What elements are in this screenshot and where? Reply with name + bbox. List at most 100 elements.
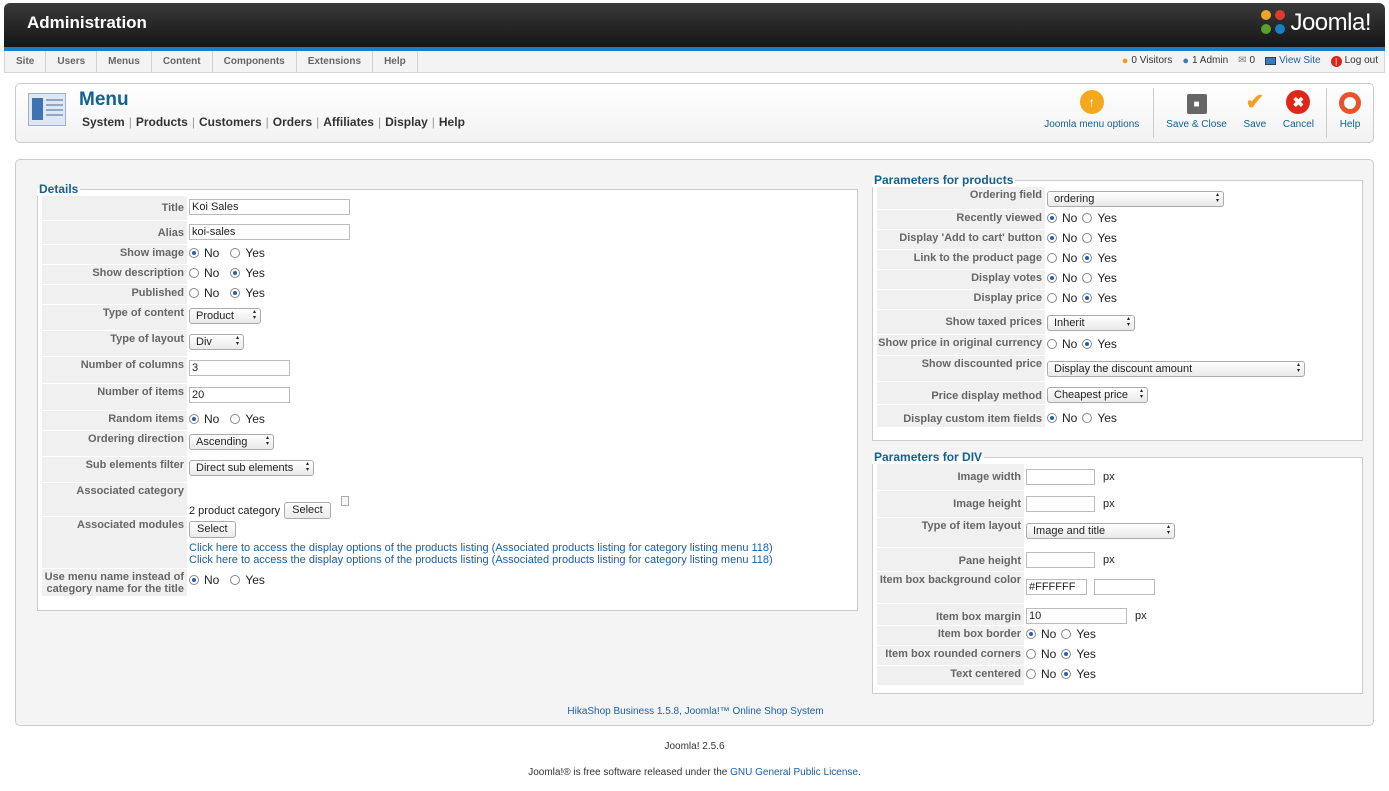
show-description-no-radio[interactable] xyxy=(189,268,199,278)
display-price-no-radio[interactable] xyxy=(1047,293,1057,303)
sub-filter-select[interactable]: Direct sub elements xyxy=(189,460,314,476)
ordering-field-select[interactable]: ordering xyxy=(1047,191,1224,207)
products-params-legend: Parameters for products xyxy=(874,173,1014,187)
pane-height-input[interactable] xyxy=(1026,552,1095,568)
messages-status[interactable]: ✉ 0 xyxy=(1238,51,1255,71)
show-image-yes-radio[interactable] xyxy=(230,248,241,258)
display-options-link-2[interactable]: Click here to access the display options… xyxy=(189,554,773,566)
custom-fields-label: Display custom item fields xyxy=(877,405,1045,428)
published-yes-radio[interactable] xyxy=(230,288,241,298)
display-votes-yes-radio[interactable] xyxy=(1082,273,1093,283)
rounded-corners-yes-radio[interactable] xyxy=(1061,649,1072,659)
submenu-products[interactable]: Products xyxy=(136,115,188,129)
text-centered-yes-radio[interactable] xyxy=(1061,669,1072,679)
item-layout-select[interactable]: Image and title xyxy=(1026,523,1175,539)
alias-input[interactable] xyxy=(189,224,350,240)
menu-components[interactable]: Components xyxy=(213,51,297,72)
type-content-select[interactable]: Product xyxy=(189,308,261,324)
random-items-no-radio[interactable] xyxy=(189,414,199,424)
save-close-button[interactable]: ■ Save & Close xyxy=(1158,84,1235,142)
help-button[interactable]: Help xyxy=(1331,84,1373,142)
admins-status: ● 1 Admin xyxy=(1182,51,1228,71)
type-layout-select[interactable]: Div xyxy=(189,334,244,350)
box-margin-input[interactable] xyxy=(1026,608,1127,624)
custom-fields-no-radio[interactable] xyxy=(1047,413,1057,423)
hikashop-footer-link[interactable]: HikaShop Business 1.5.8, Joomla!™ Online… xyxy=(16,706,1375,717)
div-params-fieldset: Parameters for DIV Image width px Image … xyxy=(872,450,1363,694)
ordering-direction-select[interactable]: Ascending xyxy=(189,434,274,450)
display-options-link-1[interactable]: Click here to access the display options… xyxy=(189,542,773,554)
original-currency-no-radio[interactable] xyxy=(1047,339,1057,349)
num-items-input[interactable] xyxy=(189,387,290,403)
submenu-affiliates[interactable]: Affiliates xyxy=(323,115,374,129)
published-no-radio[interactable] xyxy=(189,288,199,298)
clear-icon[interactable] xyxy=(340,495,349,506)
recently-viewed-yes-radio[interactable] xyxy=(1082,213,1093,223)
random-items-label: Random items xyxy=(42,411,187,431)
display-price-label: Display price xyxy=(877,290,1045,310)
floppy-icon: ■ xyxy=(1186,94,1207,114)
upload-arrow-icon: ↑ xyxy=(1079,90,1104,114)
show-image-no-radio[interactable] xyxy=(189,248,199,258)
assoc-category-field: 2 product category Select xyxy=(189,486,349,519)
discounted-price-label: Show discounted price xyxy=(877,356,1045,382)
joomla-logo-icon xyxy=(1261,10,1287,36)
submenu-customers[interactable]: Customers xyxy=(199,115,262,129)
custom-fields-yes-radio[interactable] xyxy=(1082,413,1093,423)
box-border-label: Item box border xyxy=(877,626,1024,646)
menu-help[interactable]: Help xyxy=(373,51,418,72)
cancel-button[interactable]: ✖ Cancel xyxy=(1275,84,1322,142)
bg-color-swatch[interactable] xyxy=(1094,579,1155,595)
display-price-yes-radio[interactable] xyxy=(1082,293,1093,303)
rounded-corners-no-radio[interactable] xyxy=(1026,649,1036,659)
menu-site[interactable]: Site xyxy=(5,51,47,72)
menu-menus[interactable]: Menus xyxy=(97,51,152,72)
use-menu-name-no-radio[interactable] xyxy=(189,575,199,585)
menu-content[interactable]: Content xyxy=(152,51,213,72)
show-description-yes-radio[interactable] xyxy=(230,268,241,278)
display-votes-no-radio[interactable] xyxy=(1047,273,1057,283)
submenu-help[interactable]: Help xyxy=(439,115,465,129)
assoc-modules-select-button[interactable]: Select xyxy=(189,521,236,538)
logout-link[interactable]: | Log out xyxy=(1330,51,1378,71)
submenu-orders[interactable]: Orders xyxy=(273,115,312,129)
monitor-icon xyxy=(1265,57,1277,65)
add-to-cart-no-radio[interactable] xyxy=(1047,233,1057,243)
num-columns-input[interactable] xyxy=(189,360,290,376)
recently-viewed-no-radio[interactable] xyxy=(1047,213,1057,223)
show-description-label: Show description xyxy=(42,265,187,285)
price-method-select[interactable]: Cheapest price xyxy=(1047,387,1148,403)
assoc-category-select-button[interactable]: Select xyxy=(284,502,331,519)
products-params-fieldset: Parameters for products Ordering field o… xyxy=(872,173,1363,441)
view-site-link[interactable]: View Site xyxy=(1265,51,1321,71)
original-currency-yes-radio[interactable] xyxy=(1082,339,1093,349)
add-to-cart-yes-radio[interactable] xyxy=(1082,233,1093,243)
gpl-link[interactable]: GNU General Public License xyxy=(730,767,858,778)
box-border-no-radio[interactable] xyxy=(1026,629,1036,639)
discounted-price-select[interactable]: Display the discount amount xyxy=(1047,361,1305,377)
box-border-yes-radio[interactable] xyxy=(1061,629,1072,639)
menu-extensions[interactable]: Extensions xyxy=(297,51,374,72)
price-method-label: Price display method xyxy=(877,382,1045,405)
image-width-input[interactable] xyxy=(1026,469,1095,485)
save-button[interactable]: ✔ Save xyxy=(1235,84,1275,142)
submenu-system[interactable]: System xyxy=(82,115,125,129)
random-items-yes-radio[interactable] xyxy=(230,414,241,424)
type-layout-label: Type of layout xyxy=(42,331,187,357)
use-menu-name-yes-radio[interactable] xyxy=(230,575,241,585)
title-input[interactable] xyxy=(189,199,350,215)
taxed-prices-select[interactable]: Inherit xyxy=(1047,315,1135,331)
menu-options-button[interactable]: ↑ Joomla menu options xyxy=(1036,84,1149,142)
rounded-corners-label: Item box rounded corners xyxy=(877,646,1024,666)
link-product-yes-radio[interactable] xyxy=(1082,253,1093,263)
submenu-display[interactable]: Display xyxy=(385,115,428,129)
admin-title: Administration xyxy=(27,13,147,32)
content-area: Details Title Alias Show image No Yes Sh… xyxy=(15,159,1374,726)
title-label: Title xyxy=(42,196,187,221)
link-product-no-radio[interactable] xyxy=(1047,253,1057,263)
bg-color-input[interactable] xyxy=(1026,579,1087,595)
text-centered-no-radio[interactable] xyxy=(1026,669,1036,679)
item-layout-label: Type of item layout xyxy=(877,518,1024,548)
menu-users[interactable]: Users xyxy=(46,51,98,72)
image-height-input[interactable] xyxy=(1026,496,1095,512)
